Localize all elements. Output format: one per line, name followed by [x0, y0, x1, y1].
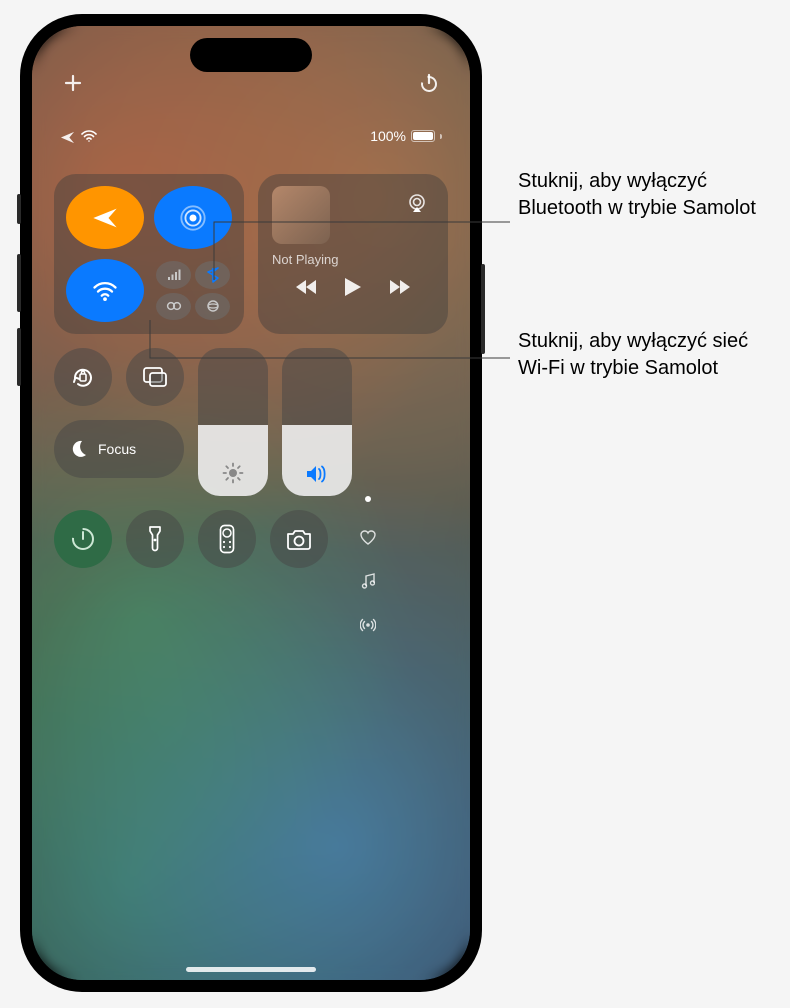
airplay-button[interactable] — [400, 186, 434, 220]
volume-slider[interactable] — [282, 348, 352, 496]
page-indicators[interactable] — [358, 496, 378, 633]
personal-hotspot-icon[interactable] — [156, 293, 191, 321]
dynamic-island — [190, 38, 312, 72]
apple-tv-remote-button[interactable] — [198, 510, 256, 568]
page-dot-1[interactable] — [365, 496, 371, 502]
side-button-volume-up — [17, 254, 21, 312]
play-button[interactable] — [344, 277, 362, 297]
camera-button[interactable] — [270, 510, 328, 568]
bluetooth-icon[interactable] — [195, 261, 230, 289]
focus-button[interactable]: Focus — [54, 420, 184, 478]
next-track-button[interactable] — [388, 279, 410, 295]
screen: 100% — [32, 26, 470, 980]
brightness-icon — [222, 462, 244, 484]
brightness-fill — [198, 425, 268, 496]
broadcast-icon[interactable] — [360, 617, 376, 633]
callout-line-wifi — [150, 320, 510, 360]
now-playing-label: Not Playing — [272, 252, 434, 267]
callout-bluetooth-text: Stuknij, aby wyłączyć Bluetooth w trybie… — [518, 170, 756, 219]
timer-button[interactable] — [54, 510, 112, 568]
callout-wifi: Stuknij, aby wyłączyć sieć Wi-Fi w trybi… — [518, 328, 778, 382]
satellite-icon[interactable] — [195, 293, 230, 321]
connectivity-module[interactable] — [54, 174, 244, 334]
volume-fill — [282, 425, 352, 496]
home-indicator[interactable] — [186, 967, 316, 972]
now-playing-module[interactable]: Not Playing — [258, 174, 448, 334]
airplane-mode-toggle[interactable] — [66, 186, 144, 249]
orientation-lock-toggle[interactable] — [54, 348, 112, 406]
add-control-button[interactable] — [60, 70, 86, 96]
airplane-status-icon — [60, 129, 75, 144]
wifi-toggle[interactable] — [66, 259, 144, 322]
previous-track-button[interactable] — [296, 279, 318, 295]
connectivity-more-cluster[interactable] — [154, 259, 232, 322]
callout-line-bluetooth — [214, 222, 510, 252]
callout-wifi-text: Stuknij, aby wyłączyć sieć Wi-Fi w trybi… — [518, 330, 748, 379]
side-button-volume-down — [17, 328, 21, 386]
battery-icon — [411, 130, 435, 142]
music-note-icon[interactable] — [361, 573, 375, 589]
status-bar: 100% — [32, 126, 470, 146]
wifi-status-icon — [81, 130, 97, 142]
battery-percent: 100% — [370, 128, 406, 144]
callout-bluetooth: Stuknij, aby wyłączyć Bluetooth w trybie… — [518, 168, 778, 222]
cellular-signal-icon[interactable] — [156, 261, 191, 289]
brightness-slider[interactable] — [198, 348, 268, 496]
heart-icon[interactable] — [360, 530, 376, 545]
power-button[interactable] — [416, 70, 442, 96]
volume-icon — [305, 464, 329, 484]
iphone-frame: 100% — [20, 14, 482, 992]
side-button-silence — [17, 194, 21, 224]
battery-tip — [440, 134, 442, 139]
flashlight-button[interactable] — [126, 510, 184, 568]
focus-label: Focus — [98, 441, 136, 457]
do-not-disturb-icon — [68, 439, 88, 459]
